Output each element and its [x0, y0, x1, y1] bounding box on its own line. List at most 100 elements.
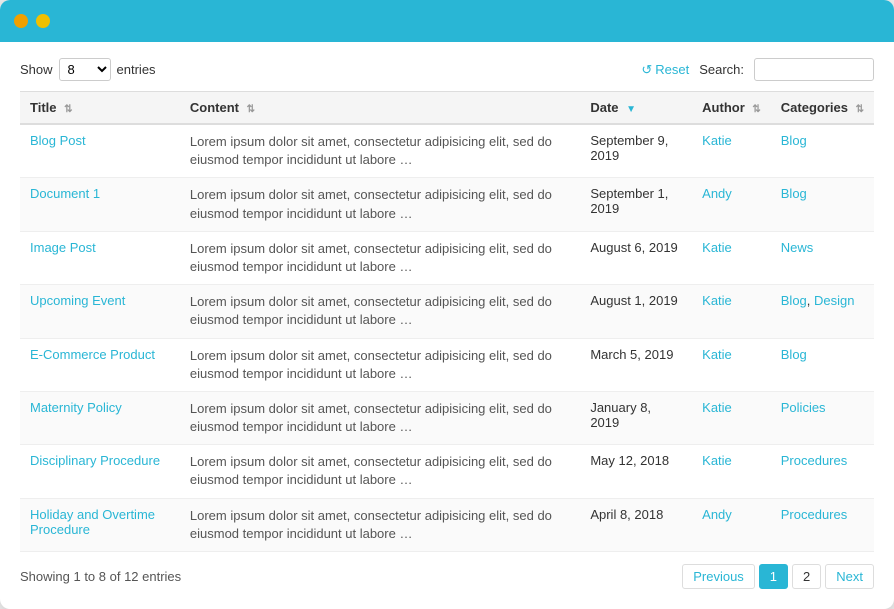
cell-author: Katie	[692, 445, 771, 498]
cell-author: Katie	[692, 391, 771, 444]
category-link[interactable]: Procedures	[781, 453, 847, 468]
entries-select[interactable]: 8 10 25 50 100	[59, 58, 111, 81]
cell-content: Lorem ipsum dolor sit amet, consectetur …	[180, 178, 580, 231]
close-dot[interactable]	[14, 14, 28, 28]
col-title[interactable]: Title ⇅	[20, 92, 180, 125]
author-link[interactable]: Katie	[702, 240, 732, 255]
cell-date: August 6, 2019	[580, 231, 692, 284]
table-row: Upcoming EventLorem ipsum dolor sit amet…	[20, 285, 874, 338]
title-sort-icon: ⇅	[64, 104, 72, 115]
title-link[interactable]: Upcoming Event	[30, 293, 125, 308]
cell-title: Disciplinary Procedure	[20, 445, 180, 498]
cell-title: Upcoming Event	[20, 285, 180, 338]
col-content[interactable]: Content ⇅	[180, 92, 580, 125]
table-header: Title ⇅ Content ⇅ Date Author ⇅ Categori…	[20, 92, 874, 125]
author-link[interactable]: Katie	[702, 293, 732, 308]
page-2-button[interactable]: 2	[792, 564, 821, 589]
col-categories[interactable]: Categories ⇅	[771, 92, 874, 125]
show-label: Show	[20, 62, 53, 77]
cell-categories: Blog	[771, 124, 874, 178]
cell-title: Blog Post	[20, 124, 180, 178]
cell-categories: Procedures	[771, 445, 874, 498]
col-author[interactable]: Author ⇅	[692, 92, 771, 125]
cell-author: Andy	[692, 178, 771, 231]
cell-author: Katie	[692, 231, 771, 284]
cell-title: Maternity Policy	[20, 391, 180, 444]
title-link[interactable]: Image Post	[30, 240, 96, 255]
cell-title: Holiday and Overtime Procedure	[20, 498, 180, 551]
cell-date: April 8, 2018	[580, 498, 692, 551]
reset-icon: ↺	[641, 62, 652, 78]
cell-content: Lorem ipsum dolor sit amet, consectetur …	[180, 124, 580, 178]
titlebar	[0, 0, 894, 42]
data-table: Title ⇅ Content ⇅ Date Author ⇅ Categori…	[20, 91, 874, 552]
author-link[interactable]: Katie	[702, 400, 732, 415]
author-sort-icon: ⇅	[752, 104, 760, 115]
cell-date: May 12, 2018	[580, 445, 692, 498]
category-link[interactable]: News	[781, 240, 814, 255]
main-content: Show 8 10 25 50 100 entries ↺ Reset Sear…	[0, 42, 894, 609]
date-sort-icon	[626, 104, 636, 115]
cell-content: Lorem ipsum dolor sit amet, consectetur …	[180, 231, 580, 284]
category-link[interactable]: Design	[814, 293, 854, 308]
cell-title: E-Commerce Product	[20, 338, 180, 391]
category-link[interactable]: Policies	[781, 400, 826, 415]
table-row: Maternity PolicyLorem ipsum dolor sit am…	[20, 391, 874, 444]
categories-sort-icon: ⇅	[856, 104, 864, 115]
table-body: Blog Post Lorem ipsum dolor sit amet, con…	[20, 124, 874, 552]
category-link[interactable]: Blog	[781, 293, 807, 308]
title-link[interactable]: Holiday and Overtime Procedure	[30, 507, 155, 537]
top-controls: Show 8 10 25 50 100 entries ↺ Reset Sear…	[20, 58, 874, 81]
cell-content: Lorem ipsum dolor sit amet, consectetur …	[180, 445, 580, 498]
author-link[interactable]: Katie	[702, 133, 732, 148]
show-entries-control: Show 8 10 25 50 100 entries	[20, 58, 156, 81]
col-date[interactable]: Date	[580, 92, 692, 125]
cell-date: August 1, 2019	[580, 285, 692, 338]
bottom-bar: Showing 1 to 8 of 12 entries Previous 1 …	[20, 564, 874, 589]
category-link[interactable]: Procedures	[781, 507, 847, 522]
search-input[interactable]	[754, 58, 874, 81]
cell-date: September 9, 2019	[580, 124, 692, 178]
prev-button[interactable]: Previous	[682, 564, 755, 589]
pagination: Previous 1 2 Next	[682, 564, 874, 589]
cell-categories: Blog	[771, 338, 874, 391]
author-link[interactable]: Katie	[702, 347, 732, 362]
reset-button[interactable]: ↺ Reset	[641, 62, 689, 78]
author-link[interactable]: Katie	[702, 453, 732, 468]
entries-label: entries	[117, 62, 156, 77]
cell-author: Andy	[692, 498, 771, 551]
table-row: Image Post Lorem ipsum dolor sit amet, co…	[20, 231, 874, 284]
category-link[interactable]: Blog	[781, 133, 807, 148]
title-link[interactable]: Blog Post	[30, 133, 86, 148]
title-link[interactable]: E-Commerce Product	[30, 347, 155, 362]
table-row: E-Commerce Product Lorem ipsum dolor sit …	[20, 338, 874, 391]
category-link[interactable]: Blog	[781, 186, 807, 201]
table-row: Blog Post Lorem ipsum dolor sit amet, con…	[20, 124, 874, 178]
author-link[interactable]: Andy	[702, 507, 732, 522]
title-link[interactable]: Maternity Policy	[30, 400, 122, 415]
cell-date: September 1, 2019	[580, 178, 692, 231]
cell-categories: Blog, Design	[771, 285, 874, 338]
cell-title: Image Post	[20, 231, 180, 284]
title-link[interactable]: Disciplinary Procedure	[30, 453, 160, 468]
cell-categories: Procedures	[771, 498, 874, 551]
app-window: Show 8 10 25 50 100 entries ↺ Reset Sear…	[0, 0, 894, 609]
next-button[interactable]: Next	[825, 564, 874, 589]
cell-author: Katie	[692, 124, 771, 178]
cell-author: Katie	[692, 285, 771, 338]
table-row: Document 1 Lorem ipsum dolor sit amet, co…	[20, 178, 874, 231]
cell-date: March 5, 2019	[580, 338, 692, 391]
page-1-button[interactable]: 1	[759, 564, 788, 589]
cell-categories: News	[771, 231, 874, 284]
category-link[interactable]: Blog	[781, 347, 807, 362]
minimize-dot[interactable]	[36, 14, 50, 28]
cell-date: January 8, 2019	[580, 391, 692, 444]
author-link[interactable]: Andy	[702, 186, 732, 201]
cell-author: Katie	[692, 338, 771, 391]
table-row: Holiday and Overtime Procedure Lorem ipsu…	[20, 498, 874, 551]
showing-info: Showing 1 to 8 of 12 entries	[20, 569, 181, 584]
table-row: Disciplinary Procedure Lorem ipsum dolor …	[20, 445, 874, 498]
cell-content: Lorem ipsum dolor sit amet, consectetur …	[180, 338, 580, 391]
cell-content: Lorem ipsum dolor sit amet, consectetur …	[180, 498, 580, 551]
title-link[interactable]: Document 1	[30, 186, 100, 201]
